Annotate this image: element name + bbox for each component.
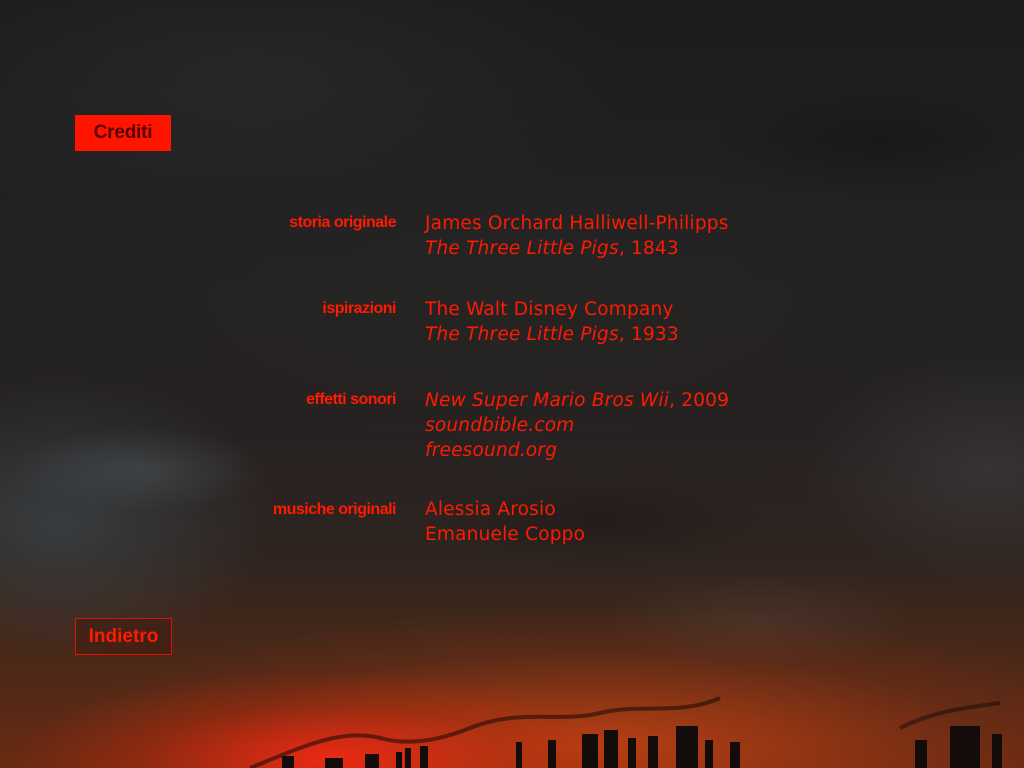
credit-value-sound-effects: New Super Mario Bros Wii, 2009 soundbibl… bbox=[425, 388, 729, 463]
credit-label-story: storia originale bbox=[289, 214, 396, 231]
sound-effects-source-1: soundbible.com bbox=[425, 413, 729, 438]
credit-value-story: James Orchard Halliwell-Philipps The Thr… bbox=[425, 211, 729, 261]
sound-effects-game: New Super Mario Bros Wii, 2009 bbox=[425, 388, 729, 413]
credit-label-music: musiche originali bbox=[272, 501, 397, 518]
sound-effects-game-year: , 2009 bbox=[669, 390, 730, 411]
credit-label-inspirations: ispirazioni bbox=[322, 300, 396, 317]
credit-value-music: Alessia Arosio Emanuele Coppo bbox=[425, 497, 585, 547]
music-composer-2: Emanuele Coppo bbox=[425, 524, 586, 545]
page-title: Crediti bbox=[75, 115, 171, 151]
sound-effects-source-2: freesound.org bbox=[425, 438, 729, 463]
credit-label-sound-effects: effetti sonori bbox=[306, 391, 396, 408]
story-author: James Orchard Halliwell-Philipps bbox=[425, 213, 729, 234]
music-composer-1: Alessia Arosio bbox=[425, 499, 556, 520]
sound-effects-source-1-text: soundbible.com bbox=[425, 415, 575, 436]
back-button[interactable]: Indietro bbox=[75, 618, 172, 655]
story-work: The Three Little Pigs, 1843 bbox=[425, 236, 729, 261]
city-skyline-silhouette bbox=[249, 696, 1002, 768]
sound-effects-source-2-text: freesound.org bbox=[425, 440, 558, 461]
inspirations-author: The Walt Disney Company bbox=[425, 299, 674, 320]
inspirations-work-title: The Three Little Pigs bbox=[425, 324, 619, 345]
story-work-year: , 1843 bbox=[618, 238, 679, 259]
credit-value-inspirations: The Walt Disney Company The Three Little… bbox=[425, 297, 679, 347]
sound-effects-game-title: New Super Mario Bros Wii bbox=[425, 390, 670, 411]
inspirations-work: The Three Little Pigs, 1933 bbox=[425, 322, 679, 347]
inspirations-work-year: , 1933 bbox=[618, 324, 679, 345]
story-work-title: The Three Little Pigs bbox=[425, 238, 619, 259]
